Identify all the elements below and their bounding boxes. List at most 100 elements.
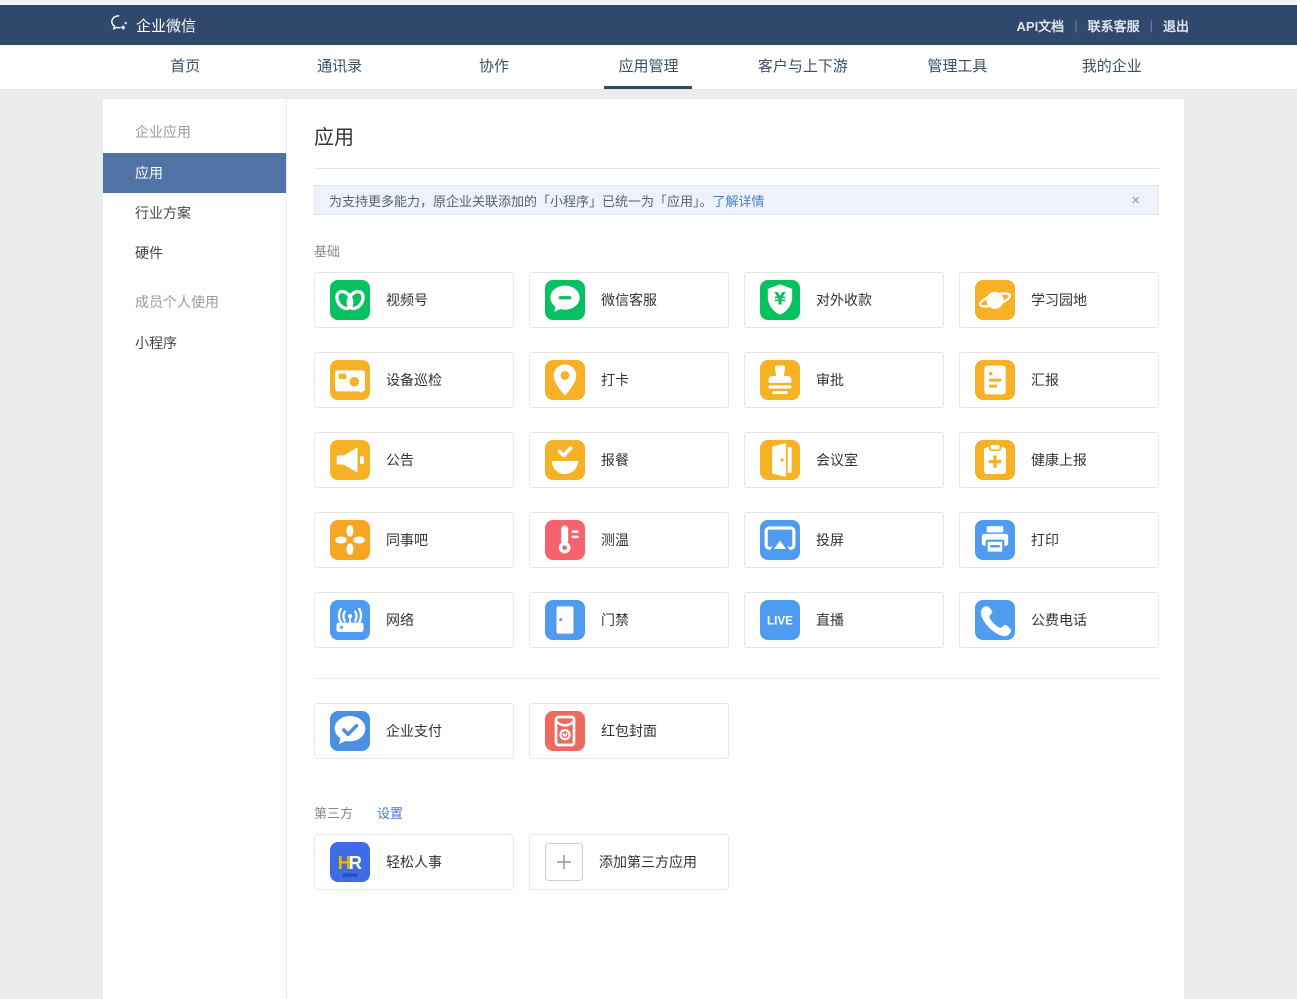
app-card-企业支付[interactable]: 企业支付 [314, 703, 514, 759]
topbar-links: API文档|联系客服|退出 [1017, 16, 1189, 35]
wecom-logo[interactable]: 企业微信 [108, 12, 196, 38]
tab-首页[interactable]: 首页 [108, 45, 262, 89]
app-card-健康上报[interactable]: 健康上报 [959, 432, 1159, 488]
app-label: 同事吧 [386, 530, 428, 550]
app-card-设备巡检[interactable]: 设备巡检 [314, 352, 514, 408]
sidebar-group-label: 成员个人使用 [103, 281, 286, 323]
app-label: 审批 [816, 370, 844, 390]
channels-icon [330, 280, 370, 320]
app-grid: HR轻松人事 添加第三方应用 [314, 834, 1159, 890]
app-label: 打卡 [601, 370, 629, 390]
app-grid: 视频号 微信客服 ¥ 对外收款 学习园地设备巡检 打卡 审批 汇报公告 报餐 会议室健康上报同事吧… [314, 272, 1159, 648]
app-card-打卡[interactable]: 打卡 [529, 352, 729, 408]
tab-管理工具[interactable]: 管理工具 [880, 45, 1034, 89]
app-group-divider [314, 678, 1159, 679]
app-label: 微信客服 [601, 290, 657, 310]
close-icon[interactable]: × [1127, 191, 1144, 210]
tab-我的企业[interactable]: 我的企业 [1035, 45, 1189, 89]
app-sections: 基础视频号 微信客服 ¥ 对外收款 学习园地设备巡检 打卡 审批 汇报公告 报餐 会议室健康上报同… [314, 241, 1159, 930]
app-card-网络[interactable]: 网络 [314, 592, 514, 648]
pay-bubble-icon [330, 711, 370, 751]
section-label-text: 第三方 [314, 803, 353, 822]
planet-icon [975, 280, 1015, 320]
app-card-同事吧[interactable]: 同事吧 [314, 512, 514, 568]
app-card-视频号[interactable]: 视频号 [314, 272, 514, 328]
printer-icon [975, 520, 1015, 560]
app-card-直播[interactable]: LIVE 直播 [744, 592, 944, 648]
app-card-测温[interactable]: 测温 [529, 512, 729, 568]
svg-text:¥: ¥ [774, 290, 786, 309]
app-label: 公告 [386, 450, 414, 470]
app-card-公告[interactable]: 公告 [314, 432, 514, 488]
sidebar-item-硬件[interactable]: 硬件 [103, 233, 286, 273]
page-title: 应用 [314, 113, 1159, 169]
clipboard-plus-icon [975, 440, 1015, 480]
app-label: 视频号 [386, 290, 428, 310]
app-grid: 企业支付 红包封面 [314, 703, 1159, 759]
app-card-会议室[interactable]: 会议室 [744, 432, 944, 488]
section-settings-link[interactable]: 设置 [377, 803, 403, 822]
app-label: 学习园地 [1031, 290, 1087, 310]
phone-icon [975, 600, 1015, 640]
router-icon [330, 600, 370, 640]
sidebar-group-label: 企业应用 [103, 111, 286, 153]
app-card-红包封面[interactable]: 红包封面 [529, 703, 729, 759]
app-card-学习园地[interactable]: 学习园地 [959, 272, 1159, 328]
notice-text: 为支持更多能力，原企业关联添加的「小程序」已统一为「应用」。 [329, 194, 713, 209]
shield-yen-icon: ¥ [760, 280, 800, 320]
door-access-icon [545, 600, 585, 640]
section-label-text: 基础 [314, 241, 340, 260]
tab-协作[interactable]: 协作 [417, 45, 571, 89]
notice-detail-link[interactable]: 了解详情 [713, 194, 765, 209]
app-label: 直播 [816, 610, 844, 630]
app-label: 报餐 [601, 450, 629, 470]
topbar-link-1[interactable]: API文档 [1017, 16, 1065, 35]
camera-search-icon [330, 360, 370, 400]
app-card-添加第三方应用[interactable]: 添加第三方应用 [529, 834, 729, 890]
logo-text: 企业微信 [136, 15, 196, 36]
topbar-link-3[interactable]: 退出 [1163, 16, 1189, 35]
section-label: 基础 [314, 241, 1159, 260]
content: 应用 为支持更多能力，原企业关联添加的「小程序」已统一为「应用」。了解详情 × … [287, 99, 1184, 999]
app-card-投屏[interactable]: 投屏 [744, 512, 944, 568]
hr-icon: HR [330, 842, 370, 882]
app-label: 测温 [601, 530, 629, 550]
svg-text:LIVE: LIVE [767, 614, 793, 627]
live-icon: LIVE [760, 600, 800, 640]
app-card-门禁[interactable]: 门禁 [529, 592, 729, 648]
app-label: 添加第三方应用 [599, 852, 697, 872]
app-label: 对外收款 [816, 290, 872, 310]
sidebar-item-行业方案[interactable]: 行业方案 [103, 193, 286, 233]
topbar-link-separator: | [1074, 18, 1077, 33]
app-label: 打印 [1031, 530, 1059, 550]
tab-客户与上下游[interactable]: 客户与上下游 [726, 45, 880, 89]
thermometer-icon [545, 520, 585, 560]
app-card-汇报[interactable]: 汇报 [959, 352, 1159, 408]
tab-应用管理[interactable]: 应用管理 [571, 45, 725, 89]
main-panel: 企业应用应用行业方案硬件成员个人使用小程序 应用 为支持更多能力，原企业关联添加… [103, 99, 1184, 999]
app-label: 投屏 [816, 530, 844, 550]
sidebar: 企业应用应用行业方案硬件成员个人使用小程序 [103, 99, 287, 999]
tab-通讯录[interactable]: 通讯录 [262, 45, 416, 89]
topbar-link-2[interactable]: 联系客服 [1088, 16, 1140, 35]
add-plus-icon [545, 843, 583, 881]
location-pin-icon [545, 360, 585, 400]
app-card-报餐[interactable]: 报餐 [529, 432, 729, 488]
app-label: 网络 [386, 610, 414, 630]
app-card-审批[interactable]: 审批 [744, 352, 944, 408]
sidebar-item-应用[interactable]: 应用 [103, 153, 286, 193]
app-card-微信客服[interactable]: 微信客服 [529, 272, 729, 328]
app-card-打印[interactable]: 打印 [959, 512, 1159, 568]
chat-bubble-icon [545, 280, 585, 320]
sidebar-item-小程序[interactable]: 小程序 [103, 323, 286, 363]
app-label: 门禁 [601, 610, 629, 630]
app-label: 红包封面 [601, 721, 657, 741]
nav-tabs: 首页通讯录协作应用管理客户与上下游管理工具我的企业 [108, 45, 1189, 89]
app-card-公费电话[interactable]: 公费电话 [959, 592, 1159, 648]
pinwheel-icon [330, 520, 370, 560]
stamp-icon [760, 360, 800, 400]
app-card-对外收款[interactable]: ¥ 对外收款 [744, 272, 944, 328]
app-card-轻松人事[interactable]: HR轻松人事 [314, 834, 514, 890]
app-label: 企业支付 [386, 721, 442, 741]
wecom-bubble-icon [108, 12, 130, 38]
